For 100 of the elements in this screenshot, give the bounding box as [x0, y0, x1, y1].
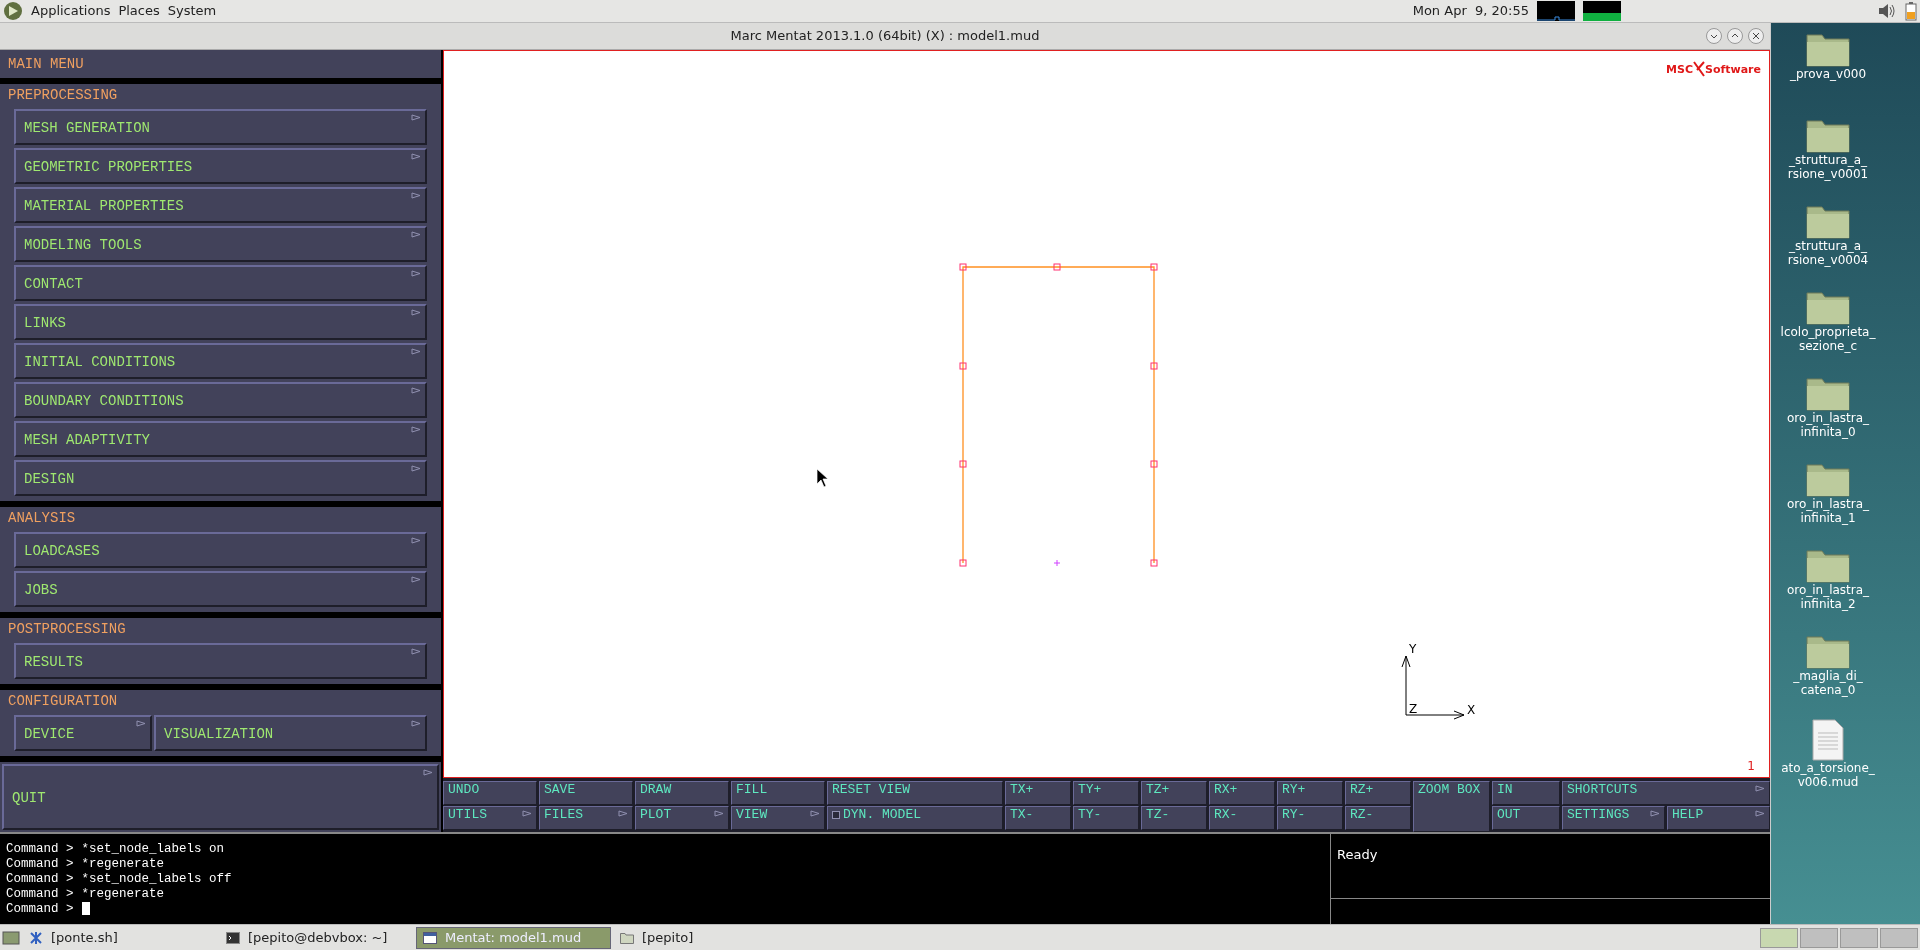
folder-icon — [1806, 633, 1850, 669]
menu-button[interactable]: QUIT — [2, 764, 439, 830]
checkbox[interactable] — [832, 811, 840, 819]
toolbar-button[interactable]: TY+ — [1073, 781, 1139, 805]
desktop-icon[interactable]: ato_a_torsione_ v006.mud — [1771, 719, 1893, 805]
toolbar-button[interactable]: RY- — [1277, 806, 1343, 830]
toolbar-button[interactable]: FILES — [539, 806, 633, 830]
desktop-icon-label: infinita_2 — [1800, 597, 1856, 611]
toolbar-button[interactable]: UNDO — [443, 781, 537, 805]
workspace-switcher[interactable] — [1760, 927, 1798, 948]
desktop-icon-label: _prova_v000 — [1789, 67, 1867, 81]
toolbar-button[interactable]: RX- — [1209, 806, 1275, 830]
menu-button[interactable]: MESH GENERATION — [14, 109, 427, 145]
pointer-cursor-icon — [816, 468, 829, 488]
panel-menu[interactable]: Places — [118, 1, 160, 21]
window-icon — [423, 931, 437, 944]
menu-button[interactable]: DESIGN — [14, 460, 427, 496]
menu-button[interactable]: MATERIAL PROPERTIES — [14, 187, 427, 223]
menu-button[interactable]: MESH ADAPTIVITY — [14, 421, 427, 457]
desktop-icon-label: catena_0 — [1800, 683, 1856, 697]
toolbar-button[interactable]: RY+ — [1277, 781, 1343, 805]
desktop-icon[interactable]: _prova_v000 — [1771, 31, 1893, 117]
text-cursor — [81, 902, 90, 915]
console-line: Command > — [6, 902, 1324, 917]
desktop-icon-label: oro_in_lastra_ — [1786, 497, 1870, 511]
toolbar-button[interactable]: OUT — [1492, 806, 1560, 830]
toolbar-button[interactable]: RZ- — [1345, 806, 1411, 830]
menu-button[interactable]: BOUNDARY CONDITIONS — [14, 382, 427, 418]
menu-button[interactable]: INITIAL CONDITIONS — [14, 343, 427, 379]
folder-icon — [1806, 547, 1850, 583]
panel-menu[interactable]: Applications — [31, 1, 111, 21]
minimize-button[interactable] — [1706, 28, 1722, 44]
toolbar-button[interactable]: TY- — [1073, 806, 1139, 830]
app-menu-icon — [3, 1, 23, 21]
menu-button[interactable]: LOADCASES — [14, 532, 427, 568]
desktop-icon[interactable]: _struttura_a_ rsione_v0004 — [1771, 203, 1893, 289]
folder-icon — [1806, 375, 1850, 411]
toolbar-button[interactable]: TX+ — [1005, 781, 1071, 805]
menu-button[interactable]: MODELING TOOLS — [14, 226, 427, 262]
desktop-icon-label: _struttura_a_ — [1788, 153, 1868, 167]
desktop-icon[interactable]: oro_in_lastra_ infinita_1 — [1771, 461, 1893, 547]
menu-button[interactable]: VISUALIZATION — [154, 715, 427, 751]
viewport-number: 1 — [1747, 758, 1755, 775]
menu-button[interactable]: CONTACT — [14, 265, 427, 301]
viewport-canvas[interactable]: MSC Software Y Z X 1 — [443, 50, 1770, 778]
toolbar-button[interactable]: TZ+ — [1141, 781, 1207, 805]
toolbar-button[interactable]: DYN. MODEL — [827, 806, 1003, 830]
toolbar-button[interactable]: VIEW — [731, 806, 825, 830]
desktop-icon-label: ato_a_torsione_ — [1781, 761, 1875, 775]
maximize-button[interactable] — [1727, 28, 1743, 44]
desktop-icon-label: _maglia_di_ — [1793, 669, 1863, 683]
volume-icon[interactable] — [1877, 2, 1897, 20]
panel-menu[interactable]: System — [167, 1, 217, 21]
menu-button[interactable]: RESULTS — [14, 643, 427, 679]
console-line: Command > *set_node_labels off — [6, 872, 233, 887]
menu-button[interactable]: JOBS — [14, 571, 427, 607]
panel-clock[interactable]: Mon Apr 9, 20:55 — [1412, 1, 1529, 21]
toolbar-button[interactable]: SETTINGS — [1562, 806, 1665, 830]
menu-button[interactable]: LINKS — [14, 304, 427, 340]
toolbar-button[interactable]: PLOT — [635, 806, 729, 830]
desktop-icon-label: v006.mud — [1797, 775, 1859, 789]
desktop-icon[interactable]: _maglia_di_ catena_0 — [1771, 633, 1893, 719]
toolbar-button[interactable]: FILL — [731, 781, 825, 805]
toolbar-button[interactable]: RX+ — [1209, 781, 1275, 805]
close-button[interactable] — [1748, 28, 1764, 44]
desktop-icon-label: infinita_0 — [1800, 425, 1856, 439]
status-text: Ready — [1337, 847, 1378, 862]
menu-button[interactable]: DEVICE — [14, 715, 152, 751]
show-desktop-icon[interactable] — [2, 929, 20, 946]
section-heading: CONFIGURATION — [8, 692, 119, 711]
toolbar-button[interactable]: HELP — [1667, 806, 1770, 830]
axis-arrows-drawing — [1401, 655, 1465, 720]
toolbar-button[interactable]: SHORTCUTS — [1562, 781, 1770, 805]
battery-icon[interactable] — [1905, 1, 1917, 21]
toolbar-button[interactable]: RESET VIEW — [827, 781, 1003, 805]
toolbar-button[interactable]: ZOOM BOX — [1413, 781, 1490, 832]
desktop-icon[interactable]: _struttura_a_ rsione_v0001 — [1771, 117, 1893, 203]
close-icon — [1752, 32, 1760, 40]
workspace-switcher[interactable] — [1800, 927, 1838, 948]
window-title: Marc Mentat 2013.1.0 (64bit) (X) : model1.mud — [730, 27, 1040, 46]
console-line: Command > *regenerate — [6, 857, 166, 872]
workspace-switcher[interactable] — [1840, 927, 1878, 948]
toolbar-button[interactable]: DRAW — [635, 781, 729, 805]
axis-label: Z — [1409, 702, 1418, 716]
command-console[interactable]: Command > *set_node_labels on Command > *regenerate Command > *set_node_labels off Command > *regenerate Command > — [0, 834, 1330, 924]
desktop-icon-label: rsione_v0001 — [1787, 167, 1869, 181]
toolbar-button[interactable]: IN — [1492, 781, 1560, 805]
menu-button[interactable]: GEOMETRIC PROPERTIES — [14, 148, 427, 184]
axis-label: X — [1467, 703, 1476, 717]
folder-icon — [1806, 31, 1850, 67]
desktop-icon[interactable]: oro_in_lastra_ infinita_0 — [1771, 375, 1893, 461]
toolbar-button[interactable]: UTILS — [443, 806, 537, 830]
desktop-icon[interactable]: lcolo_proprieta_ sezione_c — [1771, 289, 1893, 375]
workspace-switcher[interactable] — [1880, 927, 1918, 948]
folder-icon — [1806, 461, 1850, 497]
desktop-icon[interactable]: oro_in_lastra_ infinita_2 — [1771, 547, 1893, 633]
toolbar-button[interactable]: RZ+ — [1345, 781, 1411, 805]
toolbar-button[interactable]: SAVE — [539, 781, 633, 805]
toolbar-button[interactable]: TX- — [1005, 806, 1071, 830]
toolbar-button[interactable]: TZ- — [1141, 806, 1207, 830]
